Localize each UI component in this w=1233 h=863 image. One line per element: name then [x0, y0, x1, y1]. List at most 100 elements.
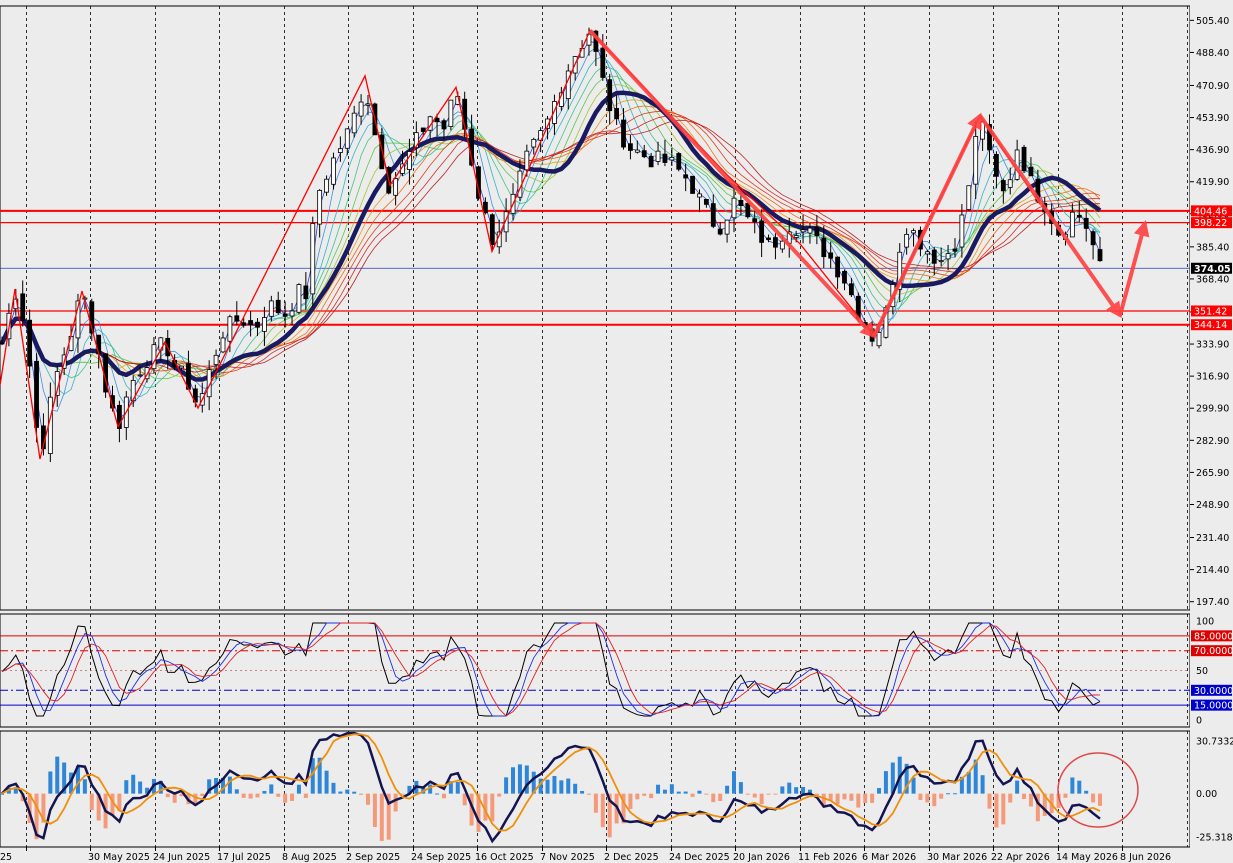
candle-body — [835, 256, 840, 278]
candle-body — [448, 99, 454, 127]
osc2-hist-bar — [1022, 793, 1027, 799]
osc2-hist-bar — [946, 793, 951, 795]
candle-body — [282, 313, 288, 317]
osc2-hist-bar — [925, 793, 930, 803]
candle-body — [1007, 179, 1013, 188]
candle-body — [807, 227, 813, 234]
osc2-hist-bar — [842, 793, 847, 800]
price-tick-label: 505.40 — [1196, 16, 1229, 27]
candle-body — [683, 174, 689, 179]
candle-body — [724, 219, 730, 235]
osc2-hist-bar — [773, 793, 778, 795]
osc2-hist-bar — [517, 764, 522, 794]
osc2-hist-bar — [255, 793, 260, 798]
osc2-hist-bar — [462, 793, 467, 806]
osc2-hist-bar — [994, 793, 999, 828]
osc2-hist-bar — [759, 793, 764, 805]
osc2-hist-bar — [1063, 793, 1068, 798]
candle-body — [731, 197, 737, 219]
osc2-tick-label: 30.7332 — [1196, 737, 1233, 748]
osc2-hist-bar — [234, 789, 239, 794]
osc2-hist-bar — [628, 793, 633, 809]
candle-body — [393, 178, 399, 196]
osc2-hist-bar — [1008, 793, 1013, 803]
date-tick-label: 8 Aug 2025 — [282, 852, 337, 863]
osc2-hist-bar — [359, 793, 364, 795]
osc2-hist-bar — [801, 786, 806, 794]
candle-body — [337, 148, 343, 153]
price-tick-label: 385.40 — [1196, 242, 1229, 253]
candle-body — [441, 120, 447, 130]
price-tick-label: 368.40 — [1196, 274, 1229, 285]
osc2-hist-bar — [296, 784, 301, 794]
osc2-hist-bar — [980, 775, 985, 794]
osc2-hist-bar — [435, 793, 440, 795]
candle-body — [607, 79, 613, 112]
osc1-level-text: 85.0000 — [1194, 631, 1233, 642]
candle-body — [0, 342, 5, 345]
candle-body — [628, 143, 633, 151]
date-tick-label: 30 Mar 2026 — [927, 852, 987, 863]
osc2-hist-bar — [455, 781, 460, 794]
candle-body — [344, 128, 350, 149]
osc2-hist-bar — [835, 793, 840, 805]
date-tick-label: 24 Sep 2025 — [411, 852, 471, 863]
osc2-hist-bar — [918, 793, 923, 800]
osc2-hist-bar — [635, 793, 640, 800]
osc2-hist-bar — [952, 793, 957, 795]
candle-body — [531, 138, 537, 148]
candle-body — [759, 220, 765, 243]
candle-body — [1083, 217, 1089, 229]
level-tag-text: 344.14 — [1194, 320, 1227, 331]
candle-body — [614, 108, 620, 120]
osc2-hist-bar — [1028, 793, 1033, 807]
osc2-hist-bar — [338, 791, 343, 794]
candle-body — [669, 156, 675, 161]
candle-body — [793, 235, 799, 238]
osc2-hist-bar — [580, 791, 585, 794]
candle-body — [952, 248, 958, 252]
candle-body — [600, 47, 606, 78]
osc2-hist-bar — [870, 793, 875, 803]
date-tick-label: 8 Jun 2026 — [1120, 852, 1171, 863]
osc2-hist-bar — [227, 776, 232, 794]
osc2-hist-bar — [856, 793, 861, 808]
date-tick-label: 25 — [0, 852, 12, 863]
osc2-hist-bar — [718, 793, 723, 802]
candle-body — [34, 360, 39, 428]
candle-body — [931, 249, 937, 264]
osc2-hist-bar — [262, 790, 267, 794]
candle-body — [966, 185, 972, 210]
level-tag-text: 351.42 — [1194, 306, 1227, 317]
candle-body — [973, 136, 979, 185]
date-tick-label: 11 Feb 2026 — [798, 852, 857, 863]
candle-body — [351, 112, 357, 134]
osc2-hist-bar — [55, 756, 60, 794]
price-tick-label: 488.40 — [1196, 48, 1229, 59]
candle-body — [690, 175, 695, 194]
candle-body — [524, 150, 530, 171]
candle-body — [358, 101, 364, 117]
candle-body — [938, 260, 944, 263]
osc2-hist-bar — [1084, 790, 1089, 794]
candle-body — [234, 315, 240, 322]
osc2-hist-bar — [794, 787, 799, 794]
candle-body — [310, 223, 316, 295]
candle-body — [275, 299, 281, 314]
osc2-hist-bar — [48, 771, 53, 794]
osc2-hist-bar — [711, 793, 716, 803]
osc2-hist-bar — [1015, 780, 1020, 794]
candle-body — [745, 202, 751, 218]
candle-body — [27, 319, 33, 367]
date-tick-label: 2 Dec 2025 — [604, 852, 659, 863]
osc2-hist-bar — [89, 793, 94, 810]
osc2-hist-bar — [600, 793, 605, 828]
osc2-hist-bar — [200, 793, 205, 797]
osc2-hist-bar — [497, 793, 502, 797]
candle-body — [1069, 211, 1075, 238]
date-tick-label: 30 May 2025 — [88, 852, 150, 863]
osc2-hist-bar — [372, 793, 377, 827]
panel-frame-0 — [0, 5, 1191, 611]
candle-body — [296, 284, 302, 313]
candle-body — [434, 117, 440, 123]
